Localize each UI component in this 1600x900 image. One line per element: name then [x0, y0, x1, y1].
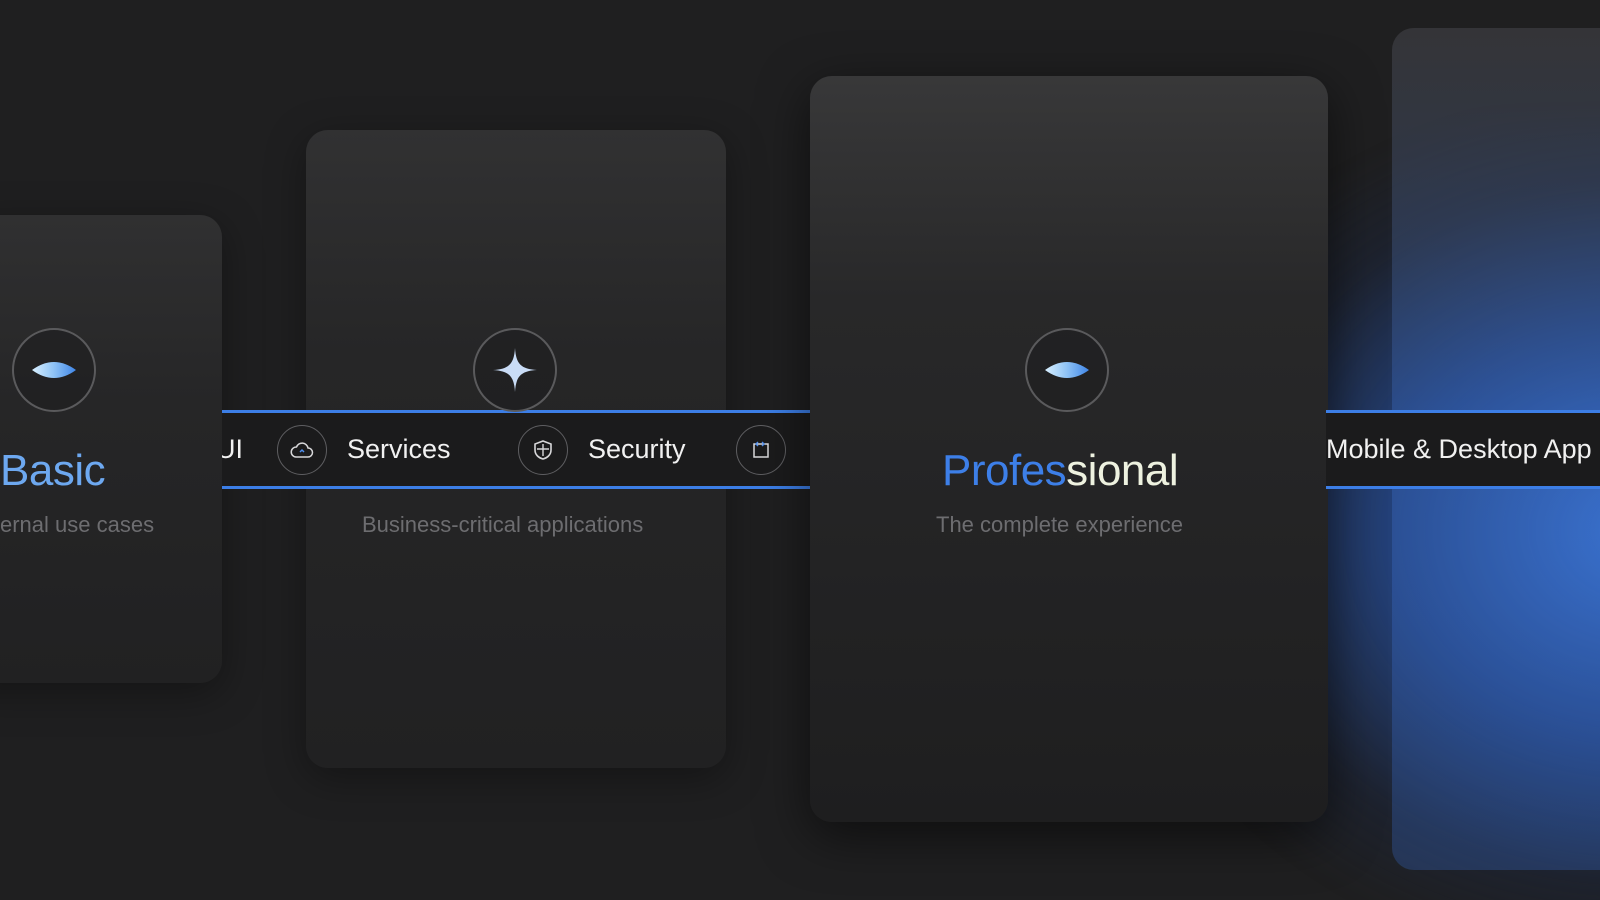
feature-marquee-right: Mobile & Desktop App [1326, 410, 1600, 489]
eye-icon [12, 328, 96, 412]
feature-marquee-left: UI Services Security [222, 410, 812, 489]
sparkle-icon [473, 328, 557, 412]
marquee-item-code [736, 413, 806, 486]
code-window-icon [736, 424, 786, 475]
marquee-item-mobile-desktop: Mobile & Desktop App [1326, 413, 1592, 486]
marquee-item-services: Services [277, 413, 451, 486]
marquee-label-mobile-desktop: Mobile & Desktop App [1326, 434, 1592, 464]
marquee-label-ui: UI [222, 434, 243, 464]
card-title-basic: Basic [0, 446, 106, 495]
cloud-icon [277, 424, 327, 475]
card-subtitle-business: Business-critical applications [362, 512, 644, 537]
card-title-professional-part2: sional [1066, 446, 1179, 495]
marquee-item-security: Security [518, 413, 686, 486]
marquee-label-services: Services [347, 434, 451, 464]
marquee-item-ui: UI [222, 413, 243, 486]
card-subtitle-basic: ernal use cases [0, 512, 155, 537]
shield-icon [518, 424, 568, 475]
card-title-professional-part1: Profes [942, 446, 1067, 495]
pricing-carousel: Basic ernal use cases Business-critical … [0, 0, 1600, 900]
card-title-professional: Professional [942, 446, 1179, 496]
card-subtitle-professional: The complete experience [936, 512, 1184, 537]
marquee-label-security: Security [588, 434, 686, 464]
eye-icon [1025, 328, 1109, 412]
